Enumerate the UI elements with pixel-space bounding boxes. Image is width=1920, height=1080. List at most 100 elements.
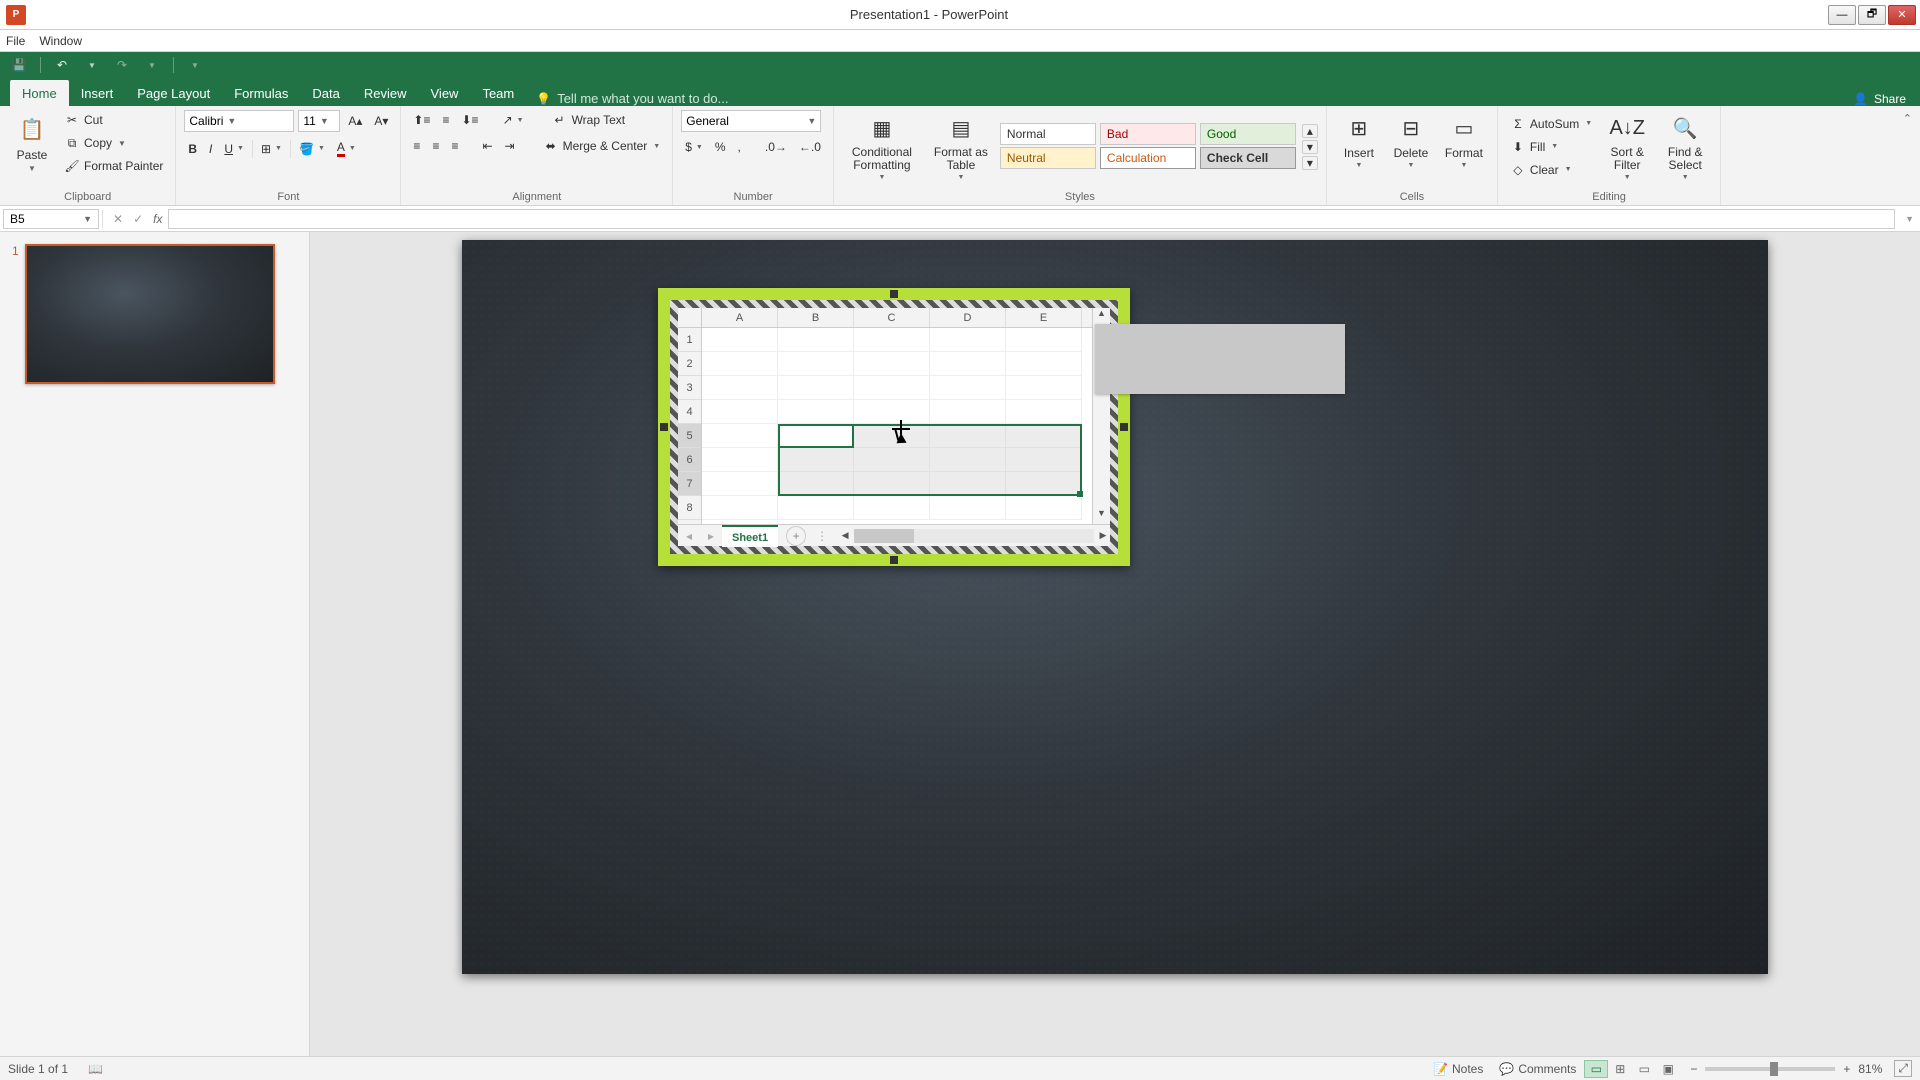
find-select-button[interactable]: 🔍Find & Select▼ (1658, 110, 1712, 183)
embedded-worksheet[interactable]: 1 2 3 4 5 6 7 8 A B (678, 308, 1110, 546)
tab-review[interactable]: Review (352, 80, 419, 106)
cell[interactable] (854, 448, 930, 472)
cell[interactable] (1006, 496, 1082, 520)
top-align-button[interactable]: ⬆≡ (409, 111, 434, 129)
percent-format-button[interactable]: % (711, 138, 730, 156)
orientation-button[interactable]: ↗▼ (499, 111, 528, 129)
bottom-align-button[interactable]: ⬇≡ (458, 111, 483, 129)
cell-style-check-cell[interactable]: Check Cell (1200, 147, 1296, 169)
row-header-1[interactable]: 1 (678, 328, 701, 352)
cell[interactable] (702, 496, 778, 520)
spellcheck-icon[interactable]: 📖 (88, 1062, 103, 1076)
menu-file[interactable]: File (6, 34, 25, 48)
scroll-up-arrow[interactable]: ▲ (1093, 308, 1110, 324)
font-color-button[interactable]: A▼ (333, 138, 360, 159)
tab-data[interactable]: Data (300, 80, 351, 106)
save-icon[interactable]: 💾 (10, 56, 28, 74)
normal-view-button[interactable]: ▭ (1584, 1060, 1608, 1078)
horizontal-scrollbar[interactable]: ◀▶ (838, 529, 1110, 543)
zoom-in-button[interactable]: + (1843, 1062, 1850, 1076)
cell[interactable] (854, 376, 930, 400)
slide-canvas-area[interactable]: 1 2 3 4 5 6 7 8 A B (310, 232, 1920, 1056)
reading-view-button[interactable]: ▭ (1632, 1060, 1656, 1078)
font-name-combo[interactable]: Calibri▼ (184, 110, 294, 132)
wrap-text-button[interactable]: ↵Wrap Text (548, 110, 630, 130)
select-all-corner[interactable] (678, 308, 701, 328)
vertical-scrollbar[interactable]: ▲ ▼ (1092, 308, 1110, 524)
menu-window[interactable]: Window (39, 34, 82, 48)
zoom-out-button[interactable]: − (1690, 1062, 1697, 1076)
name-box[interactable]: B5 ▼ (3, 209, 99, 229)
notes-button[interactable]: 📝Notes (1425, 1062, 1491, 1076)
resize-handle-right[interactable] (1120, 423, 1128, 431)
redo-dropdown[interactable]: ▼ (143, 56, 161, 74)
row-header-2[interactable]: 2 (678, 352, 701, 376)
format-painter-button[interactable]: 🖌Format Painter (60, 156, 167, 176)
align-right-button[interactable]: ≡ (447, 137, 462, 155)
cell[interactable] (778, 496, 854, 520)
col-header-a[interactable]: A (702, 308, 778, 327)
insert-cells-button[interactable]: ⊞Insert▼ (1335, 110, 1383, 171)
cell-style-bad[interactable]: Bad (1100, 123, 1196, 145)
enter-formula-icon[interactable]: ✓ (133, 212, 143, 226)
styles-scroll-up[interactable]: ▴ (1302, 124, 1318, 138)
tab-team[interactable]: Team (470, 80, 526, 106)
resize-handle-left[interactable] (660, 423, 668, 431)
cell[interactable] (778, 376, 854, 400)
col-header-d[interactable]: D (930, 308, 1006, 327)
slide-thumbnails-pane[interactable]: 1 (0, 232, 310, 1056)
slideshow-view-button[interactable]: ▣ (1656, 1060, 1680, 1078)
accounting-format-button[interactable]: $▼ (681, 138, 707, 156)
cell[interactable] (778, 424, 854, 448)
cell[interactable] (854, 472, 930, 496)
increase-indent-button[interactable]: ⇥ (501, 137, 519, 155)
undo-button[interactable]: ↶ (53, 56, 71, 74)
delete-cells-button[interactable]: ⊟Delete▼ (1387, 110, 1435, 171)
scroll-down-arrow[interactable]: ▼ (1093, 508, 1110, 524)
cell[interactable] (930, 424, 1006, 448)
decrease-font-button[interactable]: A▾ (370, 112, 392, 130)
decrease-decimal-button[interactable]: ←.0 (795, 138, 825, 156)
cell[interactable] (702, 424, 778, 448)
cell[interactable] (854, 328, 930, 352)
borders-button[interactable]: ⊞▼ (257, 140, 286, 158)
row-header-5[interactable]: 5 (678, 424, 701, 448)
cell[interactable] (930, 448, 1006, 472)
tab-formulas[interactable]: Formulas (222, 80, 300, 106)
redo-button[interactable]: ↷ (113, 56, 131, 74)
share-button[interactable]: 👤 Share (1853, 92, 1906, 106)
tab-view[interactable]: View (419, 80, 471, 106)
ribbon-collapse-icon[interactable]: ⌃ (1903, 112, 1912, 125)
cell[interactable] (1006, 400, 1082, 424)
cell[interactable] (702, 400, 778, 424)
cell[interactable] (778, 472, 854, 496)
col-header-b[interactable]: B (778, 308, 854, 327)
cell-style-calculation[interactable]: Calculation (1100, 147, 1196, 169)
slide-sorter-view-button[interactable]: ⊞ (1608, 1060, 1632, 1078)
cell[interactable] (930, 328, 1006, 352)
cell[interactable] (1006, 352, 1082, 376)
underline-button[interactable]: U▼ (220, 140, 248, 158)
cell[interactable] (1006, 472, 1082, 496)
cell[interactable] (702, 352, 778, 376)
undo-dropdown[interactable]: ▼ (83, 56, 101, 74)
cell[interactable] (854, 352, 930, 376)
col-header-e[interactable]: E (1006, 308, 1082, 327)
cell[interactable] (778, 328, 854, 352)
tab-home[interactable]: Home (10, 80, 69, 106)
close-button[interactable]: ✕ (1888, 5, 1916, 25)
cell-style-neutral[interactable]: Neutral (1000, 147, 1096, 169)
slide-thumbnail-1[interactable]: 1 (12, 244, 297, 384)
cell[interactable] (778, 352, 854, 376)
row-header-4[interactable]: 4 (678, 400, 701, 424)
minimize-button[interactable]: — (1828, 5, 1856, 25)
cell[interactable] (854, 424, 930, 448)
cell[interactable] (1006, 424, 1082, 448)
italic-button[interactable]: I (205, 140, 216, 158)
bold-button[interactable]: B (184, 140, 201, 158)
restore-button[interactable]: 🗗 (1858, 5, 1886, 25)
cell[interactable] (1006, 376, 1082, 400)
align-left-button[interactable]: ≡ (409, 137, 424, 155)
fx-icon[interactable]: fx (153, 212, 162, 226)
formula-input[interactable] (168, 209, 1895, 229)
